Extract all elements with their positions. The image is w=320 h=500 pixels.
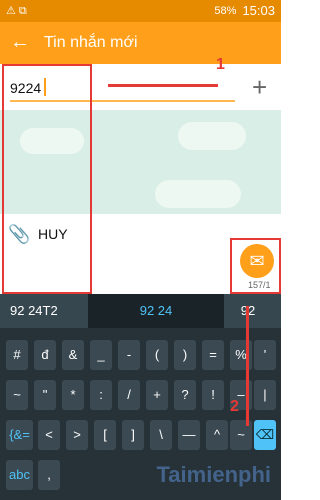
status-bar: ⚠ ⧉ 58% 15:03: [0, 0, 281, 22]
suggestion-left[interactable]: 92 24T2: [10, 294, 88, 328]
compose-row: 📎 HUY ✉ 157/1: [0, 214, 281, 294]
conversation-area: [0, 110, 281, 214]
text-caret: [44, 78, 46, 96]
annotation-arrow-horizontal: [108, 84, 218, 87]
key[interactable]: &: [62, 340, 84, 370]
key[interactable]: (: [146, 340, 168, 370]
key[interactable]: \: [150, 420, 172, 450]
suggestion-center[interactable]: 92 24: [88, 294, 224, 328]
key[interactable]: -: [118, 340, 140, 370]
background-cloud: [178, 122, 246, 150]
page-title: Tin nhắn mới: [44, 34, 138, 51]
background-cloud: [20, 128, 84, 154]
abc-toggle-key[interactable]: abc: [6, 460, 33, 490]
symbols-toggle-key[interactable]: {&=: [6, 420, 33, 450]
key[interactable]: #: [6, 340, 28, 370]
key[interactable]: ?: [174, 380, 196, 410]
recipient-row: +: [0, 64, 281, 110]
key[interactable]: ^: [206, 420, 228, 450]
annotation-arrow-vertical: [246, 306, 249, 426]
key[interactable]: +: [146, 380, 168, 410]
background-cloud: [155, 180, 241, 208]
key[interactable]: —: [178, 420, 200, 450]
key[interactable]: *: [62, 380, 84, 410]
key[interactable]: /: [118, 380, 140, 410]
key[interactable]: =: [202, 340, 224, 370]
key[interactable]: <: [38, 420, 60, 450]
key[interactable]: ): [174, 340, 196, 370]
annotation-number-1: 1: [216, 56, 225, 73]
clock: 15:03: [242, 3, 275, 18]
watermark: Taimienphi: [156, 462, 272, 487]
key[interactable]: _: [90, 340, 112, 370]
send-button[interactable]: ✉: [240, 244, 274, 278]
add-contact-plus-icon[interactable]: +: [252, 74, 267, 100]
back-arrow-icon[interactable]: ←: [10, 32, 30, 52]
backspace-icon[interactable]: ⌫: [254, 420, 276, 450]
status-left-icons: ⚠ ⧉: [6, 5, 27, 17]
key[interactable]: ': [254, 340, 276, 370]
annotation-number-2: 2: [230, 398, 239, 415]
key[interactable]: ,: [38, 460, 60, 490]
status-right: 58% 15:03: [214, 3, 275, 18]
key[interactable]: |: [254, 380, 276, 410]
suggestion-bar: 92 24T2 92 24 92: [0, 294, 281, 328]
key[interactable]: ]: [122, 420, 144, 450]
key[interactable]: !: [202, 380, 224, 410]
app-bar: ← Tin nhắn mới: [0, 22, 281, 64]
key[interactable]: ~: [6, 380, 28, 410]
key[interactable]: >: [66, 420, 88, 450]
key[interactable]: [: [94, 420, 116, 450]
battery-level: 58%: [214, 4, 237, 17]
attach-paperclip-icon[interactable]: 📎: [8, 224, 30, 245]
character-count: 157/1: [248, 280, 271, 290]
key[interactable]: đ: [34, 340, 56, 370]
message-text[interactable]: HUY: [38, 226, 68, 242]
key[interactable]: :: [90, 380, 112, 410]
key[interactable]: ": [34, 380, 56, 410]
